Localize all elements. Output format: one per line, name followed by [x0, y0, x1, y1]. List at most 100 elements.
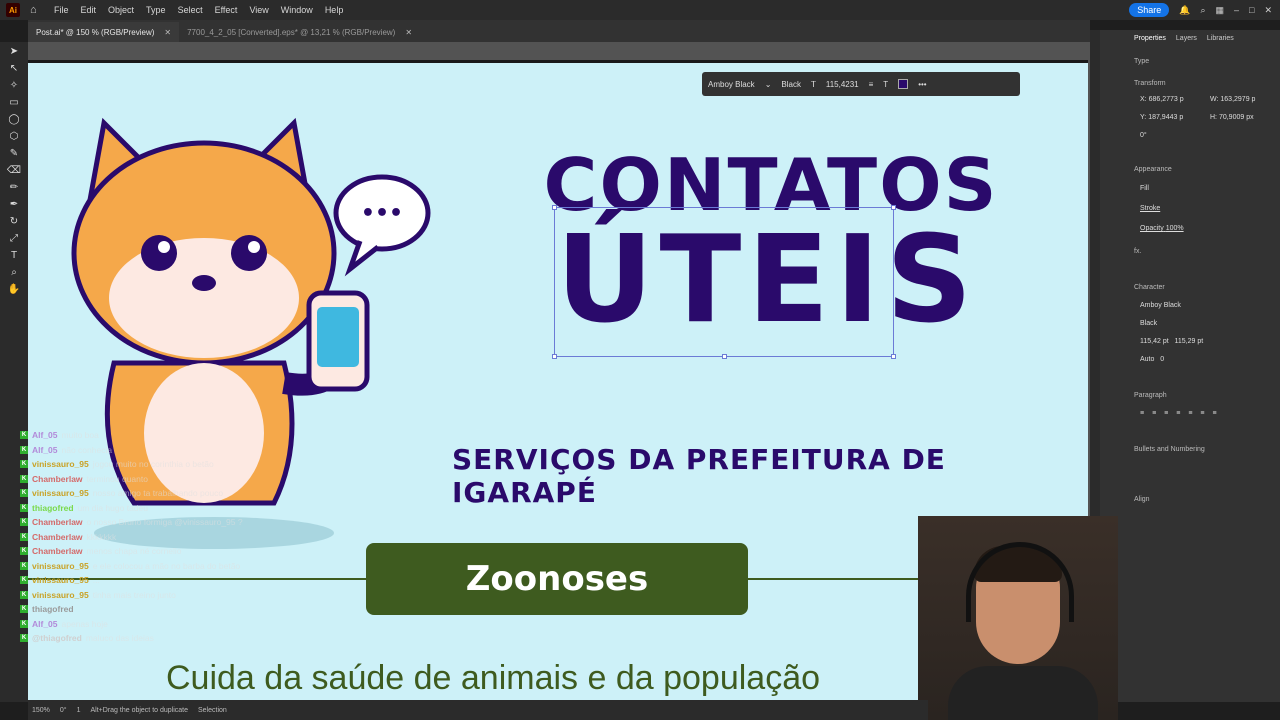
search-icon[interactable]: ⌕: [1200, 5, 1205, 16]
resize-handle[interactable]: [891, 354, 896, 359]
opacity-field[interactable]: 100%: [1166, 225, 1184, 232]
rotate-tool-icon[interactable]: ↻: [4, 215, 24, 229]
selection-tool-icon[interactable]: ➤: [4, 45, 24, 59]
platform-badge-icon: K: [20, 619, 28, 628]
document-tabs: Post.ai* @ 150 % (RGB/Preview) ✕ 7700_4_…: [28, 20, 1090, 42]
close-tab-icon[interactable]: ✕: [164, 28, 171, 37]
minimize-icon[interactable]: –: [1234, 5, 1239, 15]
tab-libraries[interactable]: Libraries: [1207, 35, 1234, 42]
chat-username: vinissauro_95: [32, 459, 89, 470]
chat-message: Kvinissauro_95 jogou muito no corinthia o…: [20, 457, 320, 472]
tab-7700[interactable]: 7700_4_2_05 [Converted].eps* @ 13,21 % (…: [179, 22, 420, 42]
hand-tool-icon[interactable]: ✋: [4, 283, 24, 297]
fill-label[interactable]: Fill: [1140, 185, 1149, 192]
menu-window[interactable]: Window: [281, 5, 313, 15]
menu-edit[interactable]: Edit: [81, 5, 97, 15]
fx-button[interactable]: fx.: [1134, 248, 1141, 255]
menu-type[interactable]: Type: [146, 5, 166, 15]
polygon-tool-icon[interactable]: ⬡: [4, 130, 24, 144]
resize-handle[interactable]: [552, 354, 557, 359]
section-type: Type: [1134, 58, 1150, 65]
chat-username: @thiagofred: [32, 633, 82, 644]
close-icon[interactable]: ✕: [1264, 5, 1272, 16]
tab-label: Post.ai* @ 150 % (RGB/Preview): [36, 27, 155, 37]
zoom-field[interactable]: 150%: [32, 707, 50, 714]
h-field[interactable]: 70,9009 px: [1219, 114, 1254, 121]
chat-text: apenas hoje: [61, 618, 108, 629]
font-family-select[interactable]: Amboy Black: [708, 80, 755, 89]
magic-wand-icon[interactable]: ✧: [4, 79, 24, 93]
artboard-number-field[interactable]: 1: [77, 707, 81, 714]
chevron-down-icon[interactable]: ⌄: [765, 80, 772, 89]
chat-username: Alf_05: [32, 444, 58, 455]
share-button[interactable]: Share: [1129, 3, 1170, 17]
tab-layers[interactable]: Layers: [1176, 35, 1197, 42]
selection-bounding-box[interactable]: [552, 205, 896, 359]
zoom-tool-icon[interactable]: ⌕: [4, 266, 24, 280]
menu-help[interactable]: Help: [325, 5, 344, 15]
platform-badge-icon: K: [20, 518, 28, 527]
leading-field[interactable]: 115,29 pt: [1175, 338, 1204, 345]
subtitle[interactable]: SERVIÇOS DA PREFEITURA DE IGARAPÉ: [452, 443, 1088, 509]
resize-handle[interactable]: [552, 205, 557, 210]
y-field[interactable]: 187,9443 p: [1148, 114, 1183, 121]
illustrator-logo: Ai: [6, 3, 20, 17]
chat-username: Chamberlaw: [32, 473, 83, 484]
type-tool-icon[interactable]: T: [4, 249, 24, 263]
align-icon[interactable]: ≡: [869, 80, 874, 89]
rotate-field[interactable]: 0°: [1140, 132, 1147, 139]
x-field[interactable]: 686,2773 p: [1149, 96, 1184, 103]
chat-message: K Chamberlaw menos chapa né cornelio: [20, 544, 320, 559]
platform-badge-icon: K: [20, 561, 28, 570]
more-icon[interactable]: •••: [918, 80, 926, 89]
zoonoses-button[interactable]: Zoonoses: [366, 543, 748, 615]
kerning-field[interactable]: 0: [1160, 356, 1164, 363]
menu-select[interactable]: Select: [178, 5, 203, 15]
chat-message: K Chamberlaw o nosso Bruno formiga @viniss…: [20, 515, 320, 530]
font-style-select[interactable]: Black: [781, 80, 801, 89]
workspace-icon[interactable]: ▦: [1215, 5, 1224, 16]
rotation-field[interactable]: 0°: [60, 707, 67, 714]
opacity-label[interactable]: Opacity: [1140, 225, 1164, 232]
brush-tool-icon[interactable]: ✎: [4, 147, 24, 161]
paragraph-align-icons[interactable]: ≡≡≡≡≡≡≡: [1140, 410, 1225, 417]
character-style-field[interactable]: Black: [1140, 320, 1157, 327]
platform-badge-icon: K: [20, 532, 28, 541]
menu-view[interactable]: View: [249, 5, 268, 15]
tab-properties[interactable]: Properties: [1134, 35, 1166, 42]
menu-effect[interactable]: Effect: [215, 5, 238, 15]
x-label: X:: [1140, 96, 1147, 103]
tracking-field[interactable]: Auto: [1140, 356, 1154, 363]
close-tab-icon[interactable]: ✕: [405, 28, 412, 37]
text-icon[interactable]: T: [883, 80, 888, 89]
home-icon[interactable]: ⌂: [30, 4, 42, 16]
chat-username: Alf_05: [32, 618, 58, 629]
font-size-field[interactable]: 115,42 pt: [1140, 338, 1169, 345]
section-transform: Transform: [1134, 80, 1166, 87]
bell-icon[interactable]: 🔔: [1179, 5, 1190, 16]
pen-tool-icon[interactable]: ✒: [4, 198, 24, 212]
h-label: H:: [1210, 114, 1217, 121]
eraser-tool-icon[interactable]: ⌫: [4, 164, 24, 178]
ellipse-tool-icon[interactable]: ◯: [4, 113, 24, 127]
scale-tool-icon[interactable]: ⤢: [4, 232, 24, 246]
maximize-icon[interactable]: □: [1249, 5, 1254, 15]
chat-text: menos chapa né cornelio: [86, 546, 182, 557]
w-field[interactable]: 163,2979 p: [1220, 96, 1255, 103]
stroke-label[interactable]: Stroke: [1140, 205, 1160, 212]
menu-file[interactable]: File: [54, 5, 69, 15]
direct-selection-icon[interactable]: ↖: [4, 62, 24, 76]
resize-handle[interactable]: [722, 354, 727, 359]
resize-handle[interactable]: [891, 205, 896, 210]
tab-post[interactable]: Post.ai* @ 150 % (RGB/Preview) ✕: [28, 22, 180, 42]
properties-panel: Properties Layers Libraries Type Transfo…: [1100, 30, 1280, 702]
chat-text: o nosso Bruno formiga @vinissauro_95 ?: [86, 517, 243, 528]
rectangle-tool-icon[interactable]: ▭: [4, 96, 24, 110]
chat-message: K Alf_05 apenas hoje: [20, 617, 320, 632]
menu-object[interactable]: Object: [108, 5, 134, 15]
font-size-field[interactable]: 115,4231: [826, 80, 859, 89]
character-font-field[interactable]: Amboy Black: [1140, 302, 1181, 309]
fill-swatch[interactable]: [898, 79, 909, 89]
pencil-tool-icon[interactable]: ✏: [4, 181, 24, 195]
section-bullets: Bullets and Numbering: [1134, 446, 1205, 453]
